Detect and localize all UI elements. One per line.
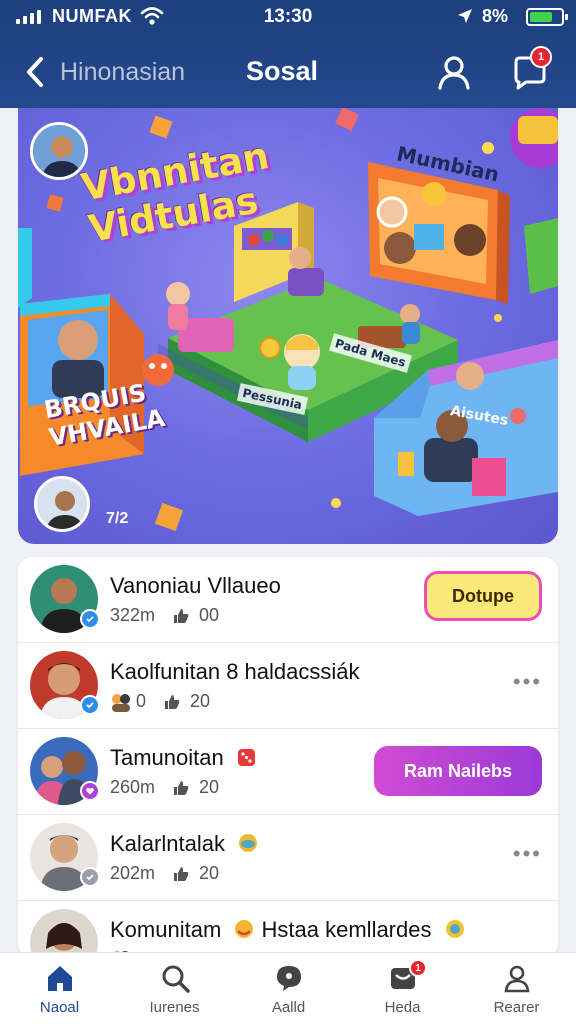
messages-button[interactable]: 1 bbox=[510, 46, 552, 92]
back-button[interactable] bbox=[18, 52, 52, 92]
chevron-left-icon bbox=[27, 57, 43, 87]
like-count: 20 bbox=[199, 777, 220, 797]
community-list: Vanoniau Vllaueo 322m 00 Dotupe Kaolfuni… bbox=[18, 557, 558, 957]
verified-badge-icon bbox=[80, 867, 100, 887]
verified-badge-icon bbox=[80, 695, 100, 715]
list-item[interactable]: Kaolfunitan 8 haldacssiák 0 20 ••• bbox=[18, 643, 558, 729]
community-meta: 322m 00 bbox=[110, 605, 219, 626]
sweat-emoji-icon bbox=[445, 920, 464, 938]
community-name: Kaolfunitan 8 haldacssiák bbox=[110, 659, 360, 684]
top-bar: NUMFAK 13:30 8% Hinonasian Sosal 1 bbox=[0, 0, 576, 108]
member-count: 0 bbox=[136, 691, 147, 711]
hero-avatar-bottom-left[interactable] bbox=[34, 476, 90, 532]
tab-label: Heda bbox=[384, 999, 421, 1016]
hero-banner[interactable]: Vbnnitan Vidtulas Mumbian BRQUIS VHVAILA… bbox=[18, 108, 558, 544]
member-count: 260m bbox=[110, 777, 156, 797]
community-name: Kalarlntalak bbox=[110, 831, 259, 857]
thumbs-up-icon bbox=[174, 866, 189, 881]
inbox-badge: 1 bbox=[409, 959, 427, 977]
community-name-text: Tamunoitan bbox=[110, 745, 224, 770]
like-count: 00 bbox=[199, 605, 220, 625]
bottom-navigation: Naoal Iurenes Aalld 1 Heda Rearer bbox=[0, 952, 576, 1024]
heart-badge-icon bbox=[80, 781, 100, 801]
community-name-suffix: Hstaa kemllardes bbox=[261, 917, 432, 942]
person-photo-icon bbox=[37, 479, 87, 529]
tab-chat[interactable]: Aalld bbox=[231, 953, 346, 1024]
group-members-icon bbox=[112, 693, 130, 712]
verified-badge-icon bbox=[80, 609, 100, 629]
back-label[interactable]: Hinonasian bbox=[60, 58, 185, 87]
face-emoji-icon bbox=[235, 920, 254, 938]
tab-inbox[interactable]: 1 Heda bbox=[345, 953, 460, 1024]
profile-button[interactable] bbox=[434, 52, 474, 92]
avatar bbox=[30, 909, 98, 957]
page-title: Sosal bbox=[246, 56, 319, 86]
list-item[interactable]: Vanoniau Vllaueo 322m 00 Dotupe bbox=[18, 557, 558, 643]
battery-percent: 8% bbox=[482, 6, 509, 26]
more-options-button[interactable]: ••• bbox=[513, 669, 542, 695]
community-meta: 202m 20 bbox=[110, 863, 219, 884]
tab-label: Aalld bbox=[271, 999, 306, 1016]
user-icon bbox=[438, 56, 470, 90]
join-community-button[interactable]: Ram Nailebs bbox=[374, 746, 542, 796]
thumbs-up-icon bbox=[174, 780, 189, 795]
list-item[interactable]: Komunitam Hstaa kemllardes bbox=[18, 901, 558, 957]
thumbs-up-icon bbox=[174, 608, 189, 623]
tab-label: Iurenes bbox=[149, 999, 200, 1016]
person-photo-icon bbox=[30, 909, 98, 957]
location-arrow-icon bbox=[458, 9, 472, 23]
tab-home[interactable]: Naoal bbox=[2, 953, 117, 1024]
community-name-text: Kalarlntalak bbox=[110, 831, 225, 856]
carousel-page-indicator: 7/2 bbox=[106, 510, 129, 527]
chat-bubble-icon bbox=[277, 966, 301, 991]
status-bar: NUMFAK 13:30 8% bbox=[0, 0, 576, 34]
more-options-button[interactable]: ••• bbox=[513, 841, 542, 867]
battery-icon bbox=[526, 8, 568, 26]
community-name: Tamunoitan bbox=[110, 745, 258, 771]
list-item[interactable]: Tamunoitan 260m 20 Ram Nailebs bbox=[18, 729, 558, 815]
community-name: Vanoniau Vllaueo bbox=[110, 573, 281, 598]
thumbs-up-icon bbox=[165, 694, 180, 709]
messages-badge: 1 bbox=[530, 46, 552, 68]
list-item[interactable]: Kalarlntalak 202m 20 ••• bbox=[18, 815, 558, 901]
community-meta: 260m 20 bbox=[110, 777, 219, 798]
member-count: 322m bbox=[110, 605, 156, 625]
app-header: Hinonasian Sosal 1 bbox=[0, 38, 576, 104]
tab-profile[interactable]: Rearer bbox=[459, 953, 574, 1024]
home-icon bbox=[48, 966, 72, 991]
tab-search[interactable]: Iurenes bbox=[117, 953, 232, 1024]
like-count: 20 bbox=[190, 691, 211, 711]
community-name: Komunitam Hstaa kemllardes bbox=[110, 917, 466, 943]
community-meta: 0 20 bbox=[110, 691, 210, 712]
join-button[interactable]: Dotupe bbox=[424, 571, 542, 621]
profile-icon bbox=[504, 965, 530, 993]
member-count: 202m bbox=[110, 863, 156, 883]
search-icon bbox=[162, 965, 190, 993]
like-count: 20 bbox=[199, 863, 220, 883]
smile-emoji-icon bbox=[239, 834, 258, 852]
tab-label: Naoal bbox=[39, 999, 80, 1016]
community-name-text: Komunitam bbox=[110, 917, 222, 942]
tab-label: Rearer bbox=[493, 999, 540, 1016]
dice-icon bbox=[237, 749, 255, 766]
